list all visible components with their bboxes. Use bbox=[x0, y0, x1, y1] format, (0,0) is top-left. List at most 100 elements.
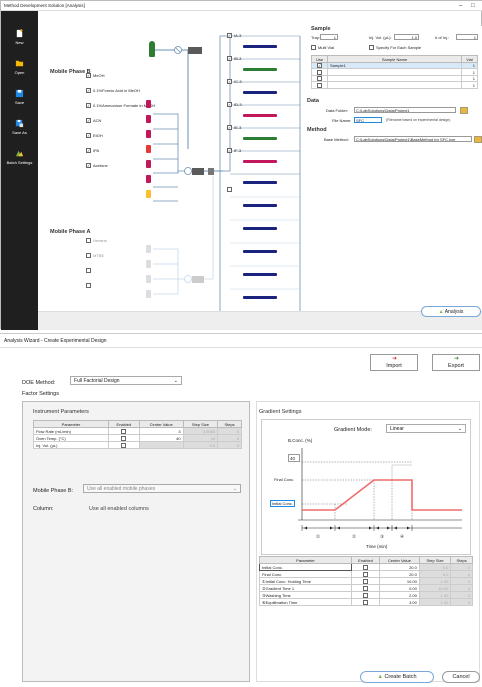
use-checkbox[interactable] bbox=[317, 82, 322, 88]
enabled-cell[interactable] bbox=[351, 598, 380, 606]
table-row[interactable]: ①Initial Conc. Holding Time 10.00 1.00 3 bbox=[259, 577, 473, 585]
center-value-cell[interactable]: 20.0 bbox=[378, 563, 420, 571]
enabled-cell[interactable] bbox=[351, 584, 380, 592]
analysis-button[interactable]: ▲ Analysis bbox=[421, 306, 481, 317]
center-value-cell[interactable]: 3 bbox=[138, 427, 184, 435]
sidebar-item-open[interactable]: Open bbox=[1, 59, 38, 75]
enabled-checkbox[interactable] bbox=[362, 564, 368, 570]
solvent-checkbox[interactable] bbox=[86, 283, 91, 289]
file-name-input[interactable]: SFC bbox=[354, 117, 382, 123]
data-folder-input[interactable]: C:\LabSolutions\Data\Project1 bbox=[354, 107, 456, 113]
import-button[interactable]: ➜ Import bbox=[370, 354, 418, 371]
use-checkbox[interactable]: ✓ bbox=[317, 63, 322, 69]
base-method-input[interactable]: C:\LabSolutions\Data\Project1\BaseMethod… bbox=[354, 136, 472, 142]
enabled-checkbox[interactable] bbox=[362, 571, 368, 577]
table-row[interactable]: ③Washing Time 2.00 1.00 3 bbox=[259, 591, 473, 599]
mobile-phase-b-select[interactable]: Use all enabled mobile phases ⌄ bbox=[83, 484, 241, 493]
column-checkbox[interactable]: ✓ bbox=[227, 148, 232, 154]
use-checkbox[interactable] bbox=[317, 69, 322, 75]
column-id3[interactable]: ✓ ID-3 bbox=[227, 102, 242, 108]
solvent-formic-acid-meoh[interactable]: ✓ 0.1%Formic Acid in MeOH bbox=[86, 88, 140, 94]
solvent-etoh[interactable]: ✓ EtOH bbox=[86, 133, 103, 139]
column-checkbox[interactable]: ✓ bbox=[227, 102, 232, 108]
column-empty[interactable] bbox=[227, 187, 234, 193]
inj-vol-input[interactable]: 1.0 bbox=[394, 34, 419, 40]
enabled-checkbox[interactable] bbox=[362, 578, 368, 584]
num-inj-input[interactable]: 1 bbox=[456, 34, 478, 40]
solvent-checkbox[interactable]: ✓ bbox=[86, 133, 91, 139]
enabled-checkbox[interactable] bbox=[362, 599, 368, 605]
minimize-button[interactable]: – bbox=[459, 1, 462, 11]
sample-name-cell[interactable] bbox=[327, 81, 462, 89]
doe-method-select[interactable]: Full Factorial Design ⌄ bbox=[70, 376, 182, 385]
table-row[interactable]: ②Gradient Time 1 0.00 10.00 3 bbox=[259, 584, 473, 592]
solvent-ammonium-formate-meoh[interactable]: ✓ 0.1%Ammonium Formate in MeOH bbox=[86, 103, 155, 109]
multi-vial-checkbox[interactable] bbox=[311, 45, 316, 51]
enabled-cell[interactable] bbox=[351, 577, 380, 585]
multi-vial-option[interactable]: Multi Vial bbox=[311, 45, 334, 51]
column-checkbox[interactable]: ✓ bbox=[227, 33, 232, 39]
solvent-checkbox[interactable]: ✓ bbox=[86, 88, 91, 94]
enabled-cell[interactable] bbox=[108, 434, 140, 442]
base-method-browse-button[interactable] bbox=[474, 136, 482, 143]
center-value-cell[interactable]: 3.00 bbox=[378, 598, 420, 606]
enabled-cell[interactable] bbox=[351, 591, 380, 599]
table-row[interactable]: Oven Temp. (°C) 40 10 3 bbox=[33, 434, 242, 442]
solvent-ipa[interactable]: ✓ IPA bbox=[86, 148, 99, 154]
center-value-cell[interactable]: 2.00 bbox=[378, 591, 420, 599]
table-row[interactable]: Initial Conc. 20.0 5.0 3 bbox=[259, 563, 473, 571]
table-row[interactable]: Inj. Vol. (µL) 5.0 3 bbox=[33, 441, 242, 449]
enabled-cell[interactable] bbox=[108, 427, 140, 435]
solvent-mtbe[interactable]: MTBE bbox=[86, 253, 104, 259]
sidebar-item-new[interactable]: New bbox=[1, 29, 38, 45]
column-checkbox[interactable] bbox=[227, 187, 232, 193]
solvent-checkbox[interactable]: ✓ bbox=[86, 73, 91, 79]
export-button[interactable]: ➜ Export bbox=[432, 354, 480, 371]
solvent-checkbox[interactable]: ✓ bbox=[86, 148, 91, 154]
column-ie3[interactable]: ✓ IE-3 bbox=[227, 125, 241, 131]
column-ia3[interactable]: ✓ IA-3 bbox=[227, 33, 241, 39]
table-row[interactable]: Final Conc. 20.0 5.0 3 bbox=[259, 570, 473, 578]
table-row[interactable]: ④Equilibration Time 3.00 1.00 3 bbox=[259, 598, 473, 606]
solvent-checkbox[interactable]: ✓ bbox=[86, 118, 91, 124]
solvent-checkbox[interactable] bbox=[86, 268, 91, 274]
cancel-button[interactable]: Cancel bbox=[442, 671, 480, 683]
center-value-cell[interactable]: 20.0 bbox=[378, 570, 420, 578]
specify-each-option[interactable]: Specify For Each Sample bbox=[369, 45, 421, 51]
enabled-checkbox[interactable] bbox=[121, 428, 127, 434]
column-if3[interactable]: ✓ IF-3 bbox=[227, 148, 241, 154]
solvent-acetone[interactable]: ✓ Acetone bbox=[86, 163, 108, 169]
enabled-checkbox[interactable] bbox=[362, 585, 368, 591]
solvent-checkbox[interactable] bbox=[86, 253, 91, 259]
enabled-checkbox[interactable] bbox=[121, 435, 127, 441]
table-row[interactable]: 1 bbox=[311, 81, 478, 89]
column-checkbox[interactable]: ✓ bbox=[227, 125, 232, 131]
sidebar-item-save[interactable]: Save bbox=[1, 89, 38, 105]
enabled-cell[interactable] bbox=[351, 563, 380, 571]
solvent-acn[interactable]: ✓ ACN bbox=[86, 118, 101, 124]
solvent-meoh[interactable]: ✓ MeOH bbox=[86, 73, 105, 79]
specify-each-checkbox[interactable] bbox=[369, 45, 374, 51]
bconc-input[interactable]: 40 bbox=[288, 454, 300, 462]
solvent-checkbox[interactable] bbox=[86, 238, 91, 244]
center-value-cell[interactable]: 10.00 bbox=[378, 577, 420, 585]
solvent-empty[interactable] bbox=[86, 283, 93, 289]
table-row[interactable]: Flow Rate (mL/min) 3 0.5000 3 bbox=[33, 427, 242, 435]
create-batch-button[interactable]: ▲ Create Batch bbox=[360, 671, 434, 683]
use-cell[interactable] bbox=[311, 81, 328, 89]
column-ib3[interactable]: ✓ IB-3 bbox=[227, 56, 241, 62]
vial-cell[interactable]: 1 bbox=[461, 81, 478, 89]
enabled-checkbox[interactable] bbox=[362, 592, 368, 598]
column-checkbox[interactable]: ✓ bbox=[227, 79, 232, 85]
center-value-cell[interactable]: 0.00 bbox=[378, 584, 420, 592]
tray-input[interactable]: 1 bbox=[320, 34, 338, 40]
sidebar-item-save-as[interactable]: Save As bbox=[1, 119, 38, 135]
sidebar-item-batch-settings[interactable]: Batch Settings bbox=[1, 149, 38, 165]
enabled-checkbox[interactable] bbox=[121, 442, 127, 448]
data-folder-browse-button[interactable] bbox=[460, 107, 468, 114]
maximize-button[interactable]: □ bbox=[471, 1, 475, 11]
enabled-cell[interactable] bbox=[351, 570, 380, 578]
use-checkbox[interactable] bbox=[317, 76, 322, 82]
center-value-cell[interactable]: 40 bbox=[138, 434, 184, 442]
solvent-checkbox[interactable]: ✓ bbox=[86, 103, 91, 109]
